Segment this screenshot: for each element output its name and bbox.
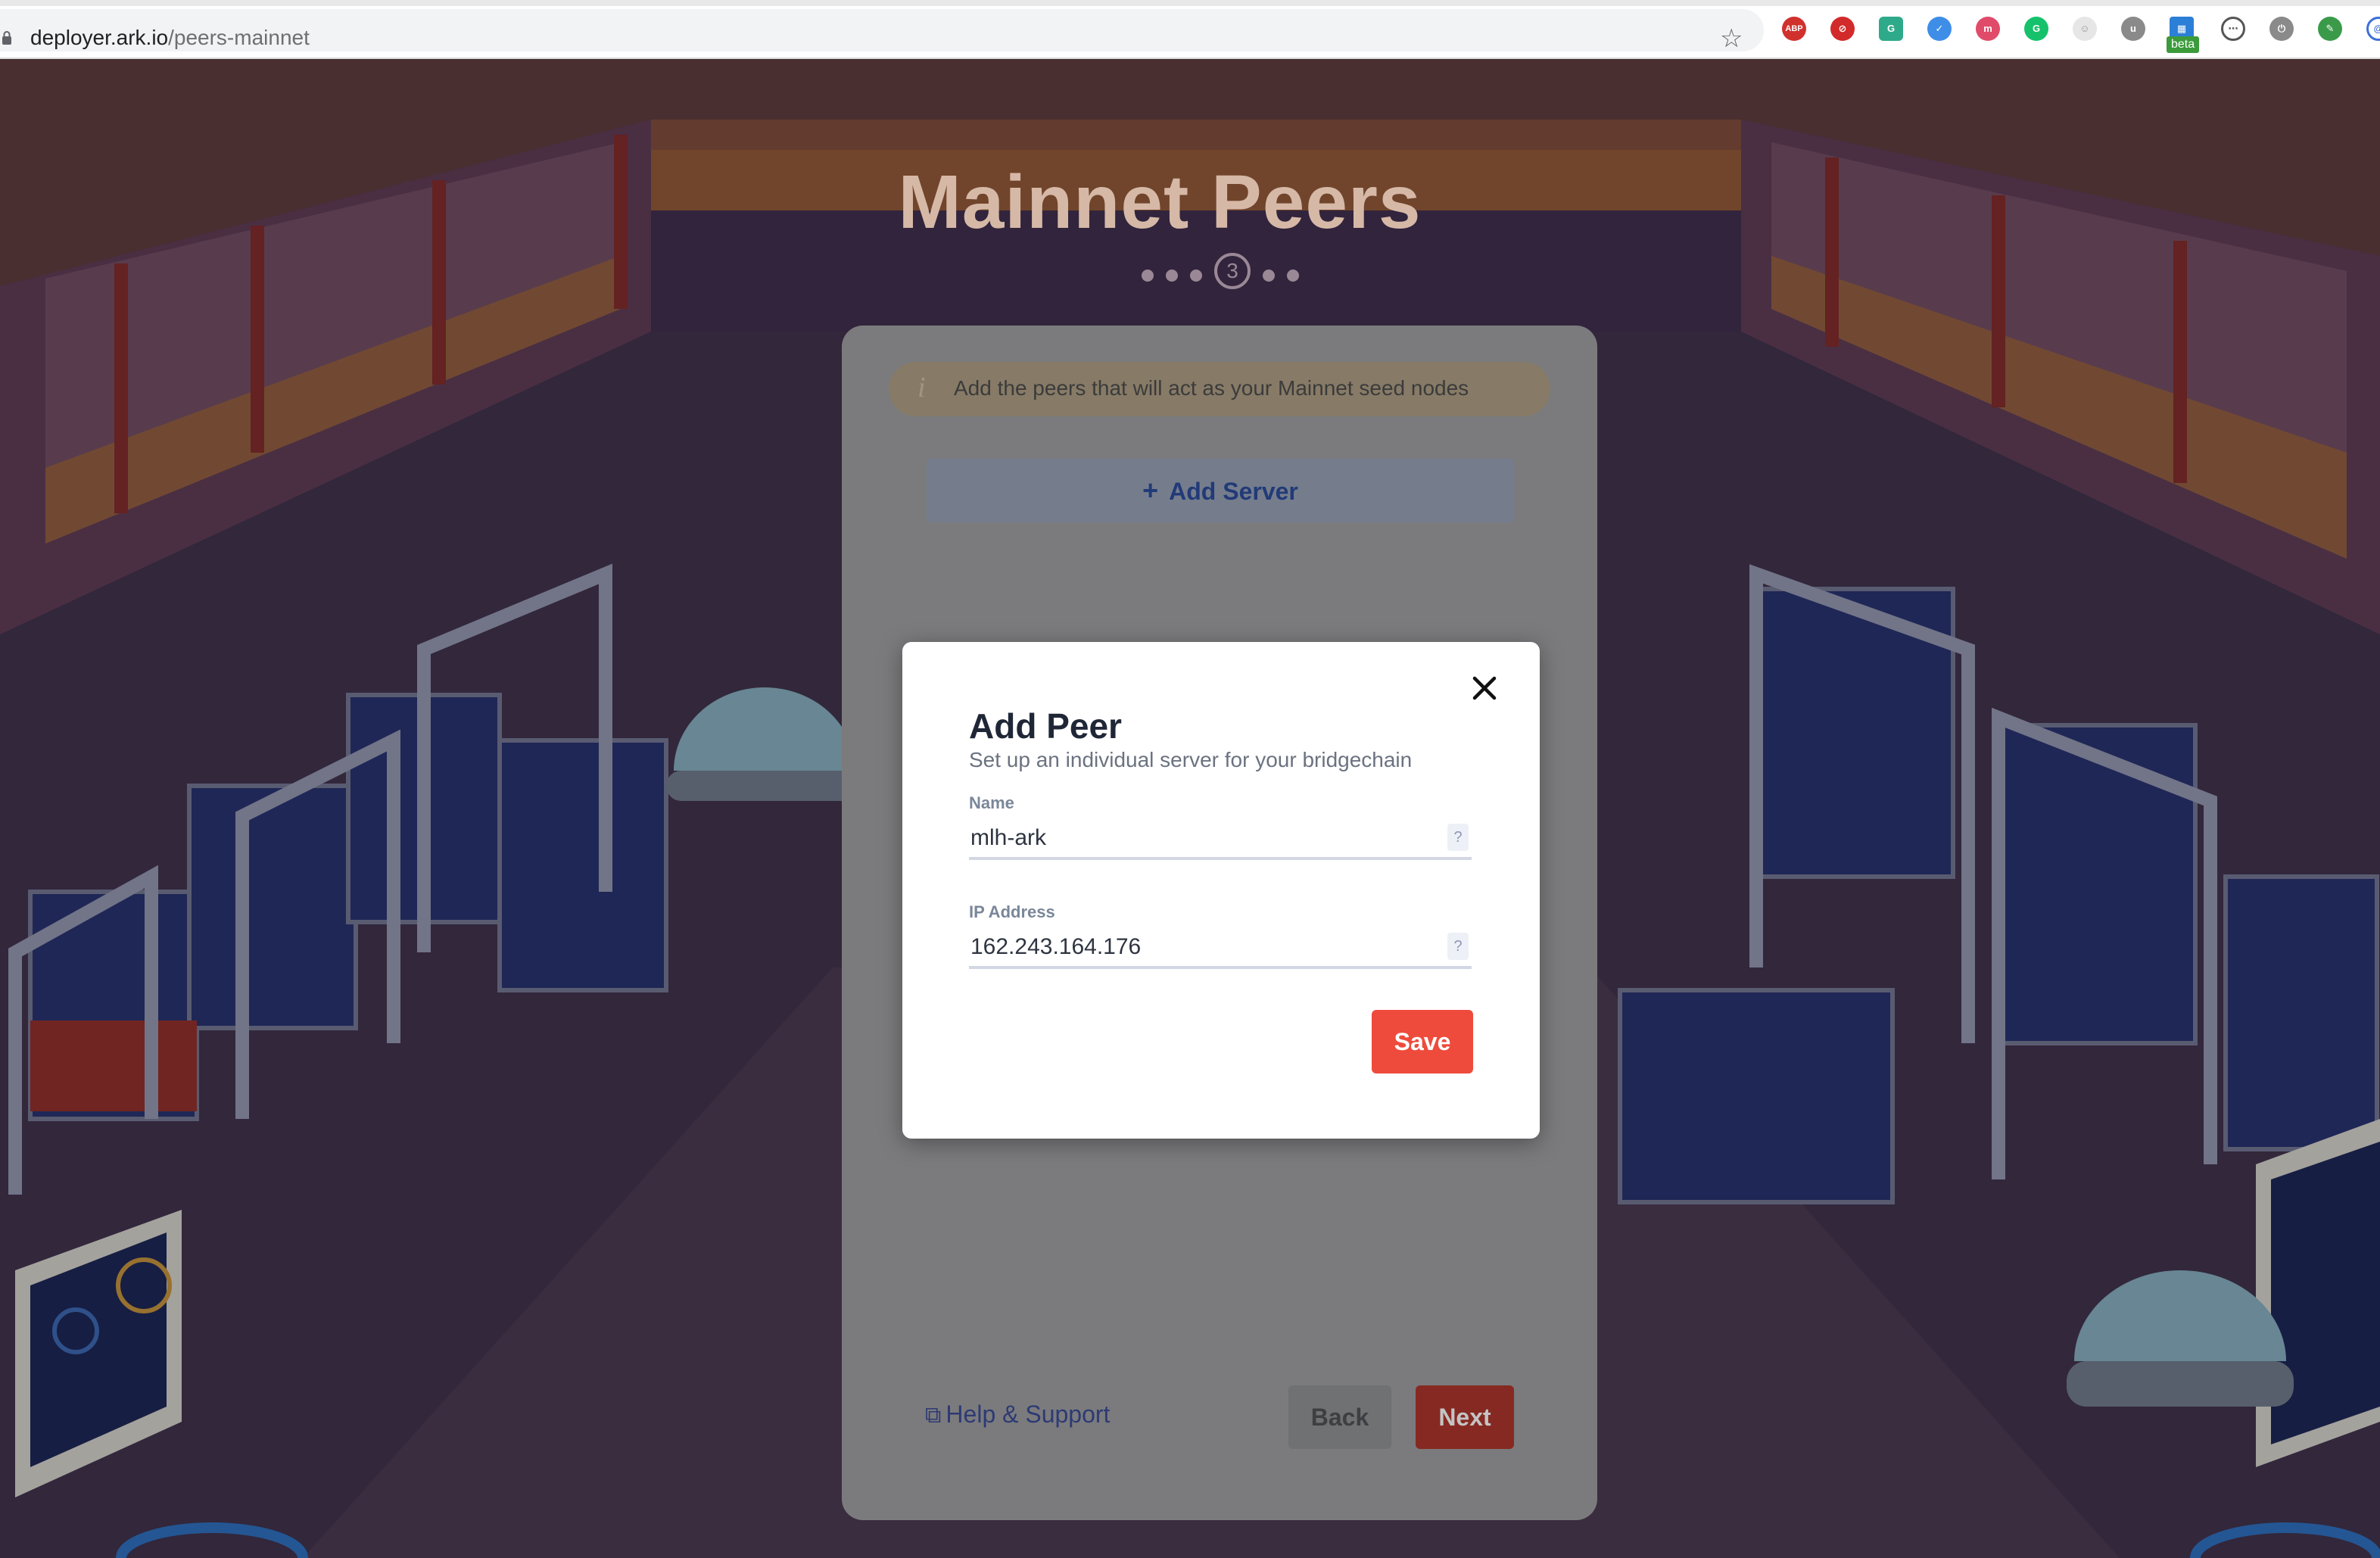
name-label: Name [969, 793, 1014, 812]
ip-help-icon[interactable]: ? [1447, 933, 1469, 960]
plus-icon: + [1142, 475, 1159, 506]
ip-field: IP Address ? [969, 902, 1472, 969]
dots-extension-icon[interactable]: ⋯ [2221, 17, 2245, 41]
step-dot [1287, 270, 1299, 282]
step-dot [1166, 270, 1178, 282]
lock-icon [2, 31, 11, 45]
step-indicator: 3 [1135, 253, 1310, 298]
save-button[interactable]: Save [1372, 1010, 1473, 1073]
info-icon: i [917, 372, 926, 404]
beta-badge: beta [2167, 36, 2200, 53]
close-icon[interactable] [1469, 672, 1500, 704]
tab-strip-edge [0, 0, 2380, 6]
power-extension-icon[interactable]: ⏻ [2269, 17, 2294, 41]
modal-subtitle: Set up an individual server for your bri… [969, 748, 1413, 771]
add-server-button[interactable]: + Add Server [927, 459, 1514, 522]
help-support-label: Help & Support [945, 1401, 1111, 1428]
help-support-link[interactable]: ⧉ Help & Support [925, 1401, 1110, 1429]
step-dot [1190, 270, 1202, 282]
modal-title: Add Peer [969, 706, 1122, 746]
address-bar[interactable]: deployer.ark.io/peers-mainnet ☆ [0, 9, 1764, 53]
back-button[interactable]: Back [1288, 1385, 1391, 1449]
face-extension-icon[interactable]: ☺ [2073, 17, 2097, 41]
info-banner: i Add the peers that will act as your Ma… [889, 362, 1550, 416]
blue-extension-icon[interactable]: ✓ [1927, 17, 1952, 41]
name-help-icon[interactable]: ? [1447, 824, 1469, 851]
star-icon[interactable]: ☆ [1720, 24, 1743, 53]
url-host: deployer.ark.io [30, 26, 169, 49]
green-extension-icon[interactable]: G [1879, 17, 1903, 41]
page-title: Mainnet Peers [898, 160, 1422, 245]
grammarly-extension-icon[interactable]: G [2024, 17, 2048, 41]
ip-label: IP Address [969, 902, 1055, 921]
step-dot [1263, 270, 1275, 282]
leaf-extension-icon[interactable]: ✎ [2318, 17, 2342, 41]
external-link-icon: ⧉ [925, 1403, 942, 1428]
browser-toolbar: deployer.ark.io/peers-mainnet ☆ ABP ⊘ G … [0, 0, 2380, 59]
step-dot [1142, 270, 1154, 282]
current-step: 3 [1214, 253, 1251, 289]
info-text: Add the peers that will act as your Main… [954, 376, 1469, 400]
add-server-label: Add Server [1169, 478, 1298, 505]
cut-off-extension-icon[interactable]: @ [2366, 17, 2380, 41]
name-field: Name ? [969, 793, 1472, 860]
block-extension-icon[interactable]: ⊘ [1830, 17, 1855, 41]
next-button[interactable]: Next [1416, 1385, 1514, 1449]
url-text[interactable]: deployer.ark.io/peers-mainnet [30, 26, 310, 50]
pink-extension-icon[interactable]: m [1976, 17, 2000, 41]
grey-extension-icon[interactable]: u [2121, 17, 2145, 41]
adblock-extension-icon[interactable]: ABP [1782, 17, 1806, 41]
url-path: /peers-mainnet [168, 26, 310, 49]
name-input[interactable] [969, 819, 1472, 860]
add-peer-modal: Add Peer Set up an individual server for… [902, 642, 1540, 1139]
ip-address-input[interactable] [969, 928, 1472, 969]
